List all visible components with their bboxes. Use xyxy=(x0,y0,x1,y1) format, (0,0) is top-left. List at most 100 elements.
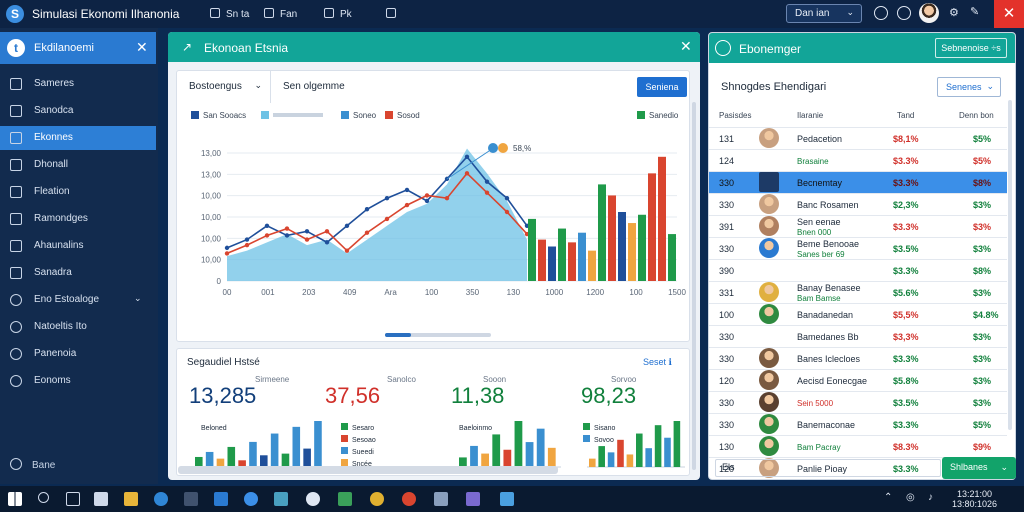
table-row[interactable]: 330Seder 666$3% xyxy=(709,479,1007,480)
info-icon[interactable] xyxy=(874,6,888,20)
scroll-thumb[interactable] xyxy=(385,333,411,337)
app-icon[interactable] xyxy=(94,492,108,506)
sidebar-item-label: Eno Estoaloge xyxy=(34,294,100,305)
sidebar-item[interactable]: Fleation xyxy=(0,180,156,204)
menu-item-4[interactable] xyxy=(386,8,402,20)
table-row[interactable]: 330 Banes Iclecloes $3.3% $3% xyxy=(709,347,1007,369)
row-percent: $3% xyxy=(973,222,992,232)
row-percent: $9% xyxy=(973,442,992,452)
column-header[interactable]: Tand xyxy=(897,111,914,120)
clock[interactable]: 13:21:00 13:80:1026 xyxy=(952,489,997,509)
sidebar-item[interactable]: Sameres xyxy=(0,72,156,96)
table-row[interactable]: 330 Banc Rosamen $2,3% $3% xyxy=(709,193,1007,215)
table-row[interactable]: 391 Sen eenae Bnen 000 $3.3% $3% xyxy=(709,215,1007,237)
sidebar-item[interactable]: Natoeltis Ito xyxy=(0,315,156,339)
app-icon[interactable] xyxy=(338,492,352,506)
stats-link[interactable]: Seset ℹ xyxy=(643,357,672,368)
user-avatar[interactable] xyxy=(919,3,939,23)
legend-item-2 xyxy=(261,111,323,120)
row-percent: $8% xyxy=(973,178,992,188)
search-icon[interactable] xyxy=(38,492,49,503)
vertical-scrollbar[interactable] xyxy=(692,102,696,470)
sidebar-item[interactable]: Panenoia xyxy=(0,342,156,366)
sidebar-item[interactable]: Eonoms xyxy=(0,369,156,393)
legend-item-5: Sanedio xyxy=(637,111,678,120)
column-header[interactable]: Denn bon xyxy=(959,111,994,120)
settings-icon[interactable]: ⚙ xyxy=(949,6,959,19)
mini-bar xyxy=(492,434,501,467)
folder-icon[interactable] xyxy=(124,492,138,506)
close-sidebar-icon[interactable]: ✕ xyxy=(136,39,148,56)
sidebar-item[interactable]: Ramondges xyxy=(0,207,156,231)
table-row[interactable]: 330 Becnemtay $3.3% $8% xyxy=(709,171,1007,193)
right-header: Ebonemger Sebnenoise ÷s xyxy=(709,33,1015,63)
environment-select[interactable]: Dan ian ⌄ xyxy=(786,4,862,23)
volume-icon[interactable]: ♪ xyxy=(928,492,933,503)
sidebar-item[interactable]: Sanadra xyxy=(0,261,156,285)
x-tick-label: 1500 xyxy=(668,288,686,297)
sidebar-item[interactable]: Sanodca xyxy=(0,99,156,123)
sidebar-footer[interactable]: Bane xyxy=(10,458,55,471)
app-icon[interactable] xyxy=(466,492,480,506)
horizontal-scrollbar[interactable] xyxy=(178,466,558,474)
menu-item-2[interactable]: Fan xyxy=(264,8,297,20)
mini-legend-item: Sovoo xyxy=(583,435,615,444)
close-panel-icon[interactable]: ✕ xyxy=(680,38,692,55)
row-percent: $5% xyxy=(973,420,992,430)
sidebar-item[interactable]: Ekonnes xyxy=(0,126,156,150)
row-name: Banadanedan xyxy=(797,310,854,320)
app-icon[interactable] xyxy=(184,492,198,506)
menu-item-3[interactable]: Pk xyxy=(324,8,352,20)
table-row[interactable]: 331 Banay Benasee Bam Bamse $5.6% $3% xyxy=(709,281,1007,303)
sidebar-item[interactable]: Eno Estoaloge ⌄ xyxy=(0,288,156,312)
avatar xyxy=(759,392,779,412)
mini-bar xyxy=(536,428,545,467)
start-icon[interactable] xyxy=(8,492,22,506)
sidebar-item[interactable]: Ahaunalins xyxy=(0,234,156,258)
bar xyxy=(648,173,656,281)
app-icon[interactable] xyxy=(402,492,416,506)
table-filter-dropdown[interactable]: Senenes ⌄ xyxy=(937,77,1001,97)
help-icon[interactable] xyxy=(897,6,911,20)
task-view-icon[interactable] xyxy=(66,492,80,506)
table-row[interactable]: 330 Bamedanes Bb $3,3% $3% xyxy=(709,325,1007,347)
chart-dropdown[interactable]: Bostoengus ⌄ xyxy=(177,71,271,103)
table-row[interactable]: 330 Sein 5000 $3.5% $3% xyxy=(709,391,1007,413)
table-row[interactable]: 330 Banemaconae $3.3% $5% xyxy=(709,413,1007,435)
app-icon[interactable] xyxy=(434,492,448,506)
browser-icon[interactable] xyxy=(154,492,168,506)
app-icon[interactable] xyxy=(244,492,258,506)
column-header[interactable]: Ilaranie xyxy=(797,111,823,120)
column-header[interactable]: Pasisdes xyxy=(719,111,751,120)
table-row[interactable]: 390 $3.3% $8% xyxy=(709,259,1007,281)
tray-chevron-icon[interactable]: ⌃ xyxy=(884,492,892,503)
table-row[interactable]: 124 Brasaine $3.3% $5% xyxy=(709,149,1007,171)
table-row[interactable]: 100 Banadanedan $5,5% $4.8% xyxy=(709,303,1007,325)
data-point xyxy=(484,190,490,195)
stat-value: 13,285 xyxy=(189,383,257,408)
action-button[interactable]: Shlbanes ⌄ xyxy=(942,457,1016,479)
chart-action-button[interactable]: Seniena xyxy=(637,77,687,97)
header-button[interactable]: Sebnenoise ÷s xyxy=(935,38,1007,58)
sidebar-item[interactable]: Dhonall xyxy=(0,153,156,177)
table-row[interactable]: 131 Pedacetion $8,1% $5% xyxy=(709,127,1007,149)
table-row[interactable]: 330 Beme Benooae Sanes ber 69 $3.5% $3% xyxy=(709,237,1007,259)
minimize-icon[interactable]: ✎ xyxy=(970,5,979,18)
chrome-icon[interactable] xyxy=(370,492,384,506)
app-icon[interactable] xyxy=(306,492,320,506)
sidebar-item-label: Sameres xyxy=(34,78,75,89)
chart-scrollbar[interactable] xyxy=(385,333,491,337)
right-scrollbar[interactable] xyxy=(1008,100,1012,430)
close-window-button[interactable]: ✕ xyxy=(994,0,1024,28)
app-icon[interactable] xyxy=(214,492,228,506)
table-row[interactable]: 120 Aecisd Eonecgae $5.8% $3% xyxy=(709,369,1007,391)
row-subtitle: Sanes ber 69 xyxy=(797,250,845,259)
table-row[interactable]: 130 Bam Pacray $8.3% $9% xyxy=(709,435,1007,457)
app-icon[interactable] xyxy=(500,492,514,506)
table-footer-input[interactable]: Els xyxy=(715,459,941,477)
x-tick-label: 203 xyxy=(302,288,316,297)
menu-item-1[interactable]: Sn ta xyxy=(210,8,249,20)
gear-icon xyxy=(10,294,22,306)
app-icon[interactable] xyxy=(274,492,288,506)
network-icon[interactable]: ◎ xyxy=(906,492,915,503)
